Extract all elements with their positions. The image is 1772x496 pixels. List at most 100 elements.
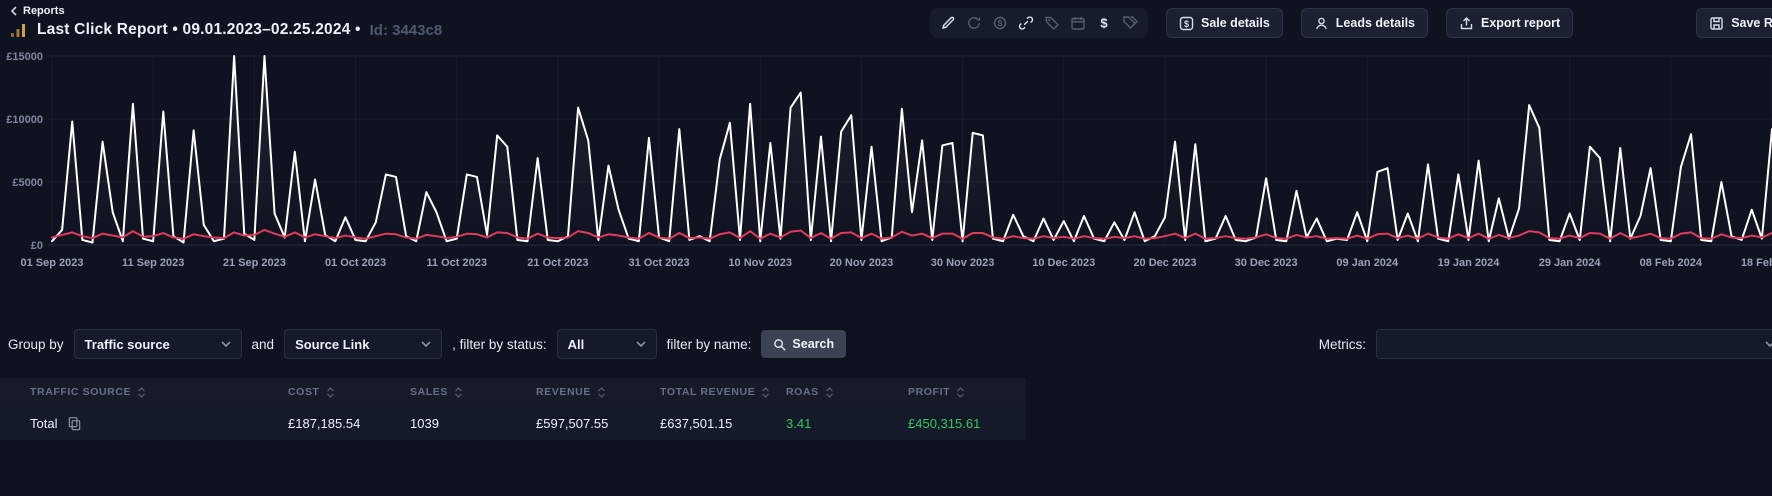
search-label: Search	[792, 337, 834, 351]
status-value: All	[568, 337, 585, 352]
x-tick-label: 01 Sep 2023	[21, 257, 84, 269]
edit-icon[interactable]	[940, 15, 956, 31]
sort-icon	[956, 387, 965, 398]
x-tick-label: 08 Feb 2024	[1640, 257, 1703, 269]
payout-icon[interactable]	[966, 15, 982, 31]
report-icon	[10, 23, 28, 38]
traffic-chart-svg: £0£5000£10000£1500001 Sep 202311 Sep 202…	[0, 48, 1772, 273]
leads-icon	[1314, 16, 1329, 31]
group-by-label: Group by	[8, 337, 64, 352]
col-roas[interactable]: ROAS	[786, 386, 908, 398]
col-label: TOTAL REVENUE	[660, 386, 755, 398]
x-tick-label: 20 Nov 2023	[830, 257, 894, 269]
breadcrumb-label: Reports	[23, 5, 65, 17]
svg-text:$: $	[998, 18, 1003, 28]
x-tick-label: 31 Oct 2023	[628, 257, 689, 269]
tag-icon[interactable]	[1044, 15, 1060, 31]
group-by-select[interactable]: Traffic source	[74, 329, 242, 359]
page-title: Last Click Report • 09.01.2023–02.25.202…	[37, 21, 361, 39]
x-tick-label: 30 Nov 2023	[931, 257, 995, 269]
save-report-label: Save Report	[1731, 16, 1772, 30]
dollar-circle-icon[interactable]: $	[992, 15, 1008, 31]
x-tick-label: 10 Dec 2023	[1032, 257, 1095, 269]
sales-value: 1039	[410, 416, 536, 431]
export-report-label: Export report	[1481, 16, 1560, 30]
copy-icon[interactable]	[67, 416, 82, 431]
x-tick-label: 29 Jan 2024	[1539, 257, 1602, 269]
y-tick-label: £15000	[6, 51, 43, 63]
breadcrumb[interactable]: Reports	[10, 5, 65, 17]
report-id: Id: 3443c8	[370, 22, 443, 39]
chevron-down-icon	[421, 341, 431, 347]
col-label: TRAFFIC SOURCE	[30, 386, 131, 398]
x-tick-label: 20 Dec 2023	[1133, 257, 1196, 269]
metrics-label: Metrics:	[1319, 337, 1366, 352]
x-tick-label: 11 Oct 2023	[426, 257, 487, 269]
col-profit[interactable]: PROFIT	[908, 386, 1026, 398]
and-label: and	[252, 337, 275, 352]
total-label: Total	[30, 416, 57, 431]
x-tick-label: 21 Oct 2023	[527, 257, 588, 269]
col-label: PROFIT	[908, 386, 950, 398]
col-label: REVENUE	[536, 386, 591, 398]
leads-details-button[interactable]: Leads details	[1301, 8, 1428, 38]
x-tick-label: 30 Dec 2023	[1235, 257, 1298, 269]
col-label: SALES	[410, 386, 448, 398]
sale-details-button[interactable]: $ Sale details	[1166, 8, 1283, 38]
group-by-secondary-select[interactable]: Source Link	[284, 329, 442, 359]
x-tick-label: 01 Oct 2023	[325, 257, 386, 269]
search-button[interactable]: Search	[761, 330, 846, 358]
total-cell: Total	[0, 416, 288, 431]
save-report-button[interactable]: Save Report	[1696, 8, 1772, 38]
filter-by-name-label: filter by name:	[667, 337, 752, 352]
table-row-total: Total £187,185.54 1039 £597,507.55 £637,…	[0, 406, 1026, 440]
table-header-row: TRAFFIC SOURCE COST SALES REVENUE TOTAL …	[0, 378, 1026, 406]
x-tick-label: 18 Feb 2024	[1741, 257, 1772, 269]
x-tick-label: 09 Jan 2024	[1336, 257, 1399, 269]
sale-details-label: Sale details	[1201, 16, 1270, 30]
sort-icon	[597, 387, 606, 398]
sale-icon: $	[1179, 16, 1194, 31]
sort-icon	[326, 387, 335, 398]
roas-value: 3.41	[786, 416, 908, 431]
sort-icon	[761, 387, 770, 398]
col-total-revenue[interactable]: TOTAL REVENUE	[660, 386, 786, 398]
revenue-area	[52, 56, 1772, 245]
revenue-value: £597,507.55	[536, 416, 660, 431]
y-tick-label: £0	[31, 240, 43, 252]
search-icon	[773, 338, 786, 351]
filter-by-status-label: , filter by status:	[452, 337, 547, 352]
col-traffic-source[interactable]: TRAFFIC SOURCE	[0, 386, 288, 398]
y-tick-label: £10000	[6, 114, 43, 126]
cost-value: £187,185.54	[288, 416, 410, 431]
col-revenue[interactable]: REVENUE	[536, 386, 660, 398]
y-tick-label: £5000	[12, 177, 43, 189]
metrics-select[interactable]	[1376, 329, 1772, 359]
icon-toolbar: $ $	[930, 8, 1148, 38]
tags-icon[interactable]	[1122, 15, 1138, 31]
export-report-button[interactable]: Export report	[1446, 8, 1573, 38]
svg-text:$: $	[1184, 19, 1189, 29]
link-icon[interactable]	[1018, 15, 1034, 31]
profit-value: £450,315.61	[908, 416, 1026, 431]
svg-text:$: $	[1100, 16, 1108, 31]
col-cost[interactable]: COST	[288, 386, 410, 398]
traffic-chart: £0£5000£10000£1500001 Sep 202311 Sep 202…	[0, 48, 1772, 278]
save-icon	[1709, 16, 1724, 31]
dollar-icon[interactable]: $	[1096, 15, 1112, 31]
chevron-down-icon	[221, 341, 231, 347]
col-label: ROAS	[786, 386, 819, 398]
source-link-value: Source Link	[295, 337, 369, 352]
x-tick-label: 10 Nov 2023	[728, 257, 792, 269]
status-select[interactable]: All	[557, 329, 657, 359]
group-by-value: Traffic source	[85, 337, 170, 352]
chevron-down-icon	[636, 341, 646, 347]
x-tick-label: 19 Jan 2024	[1438, 257, 1501, 269]
x-tick-label: 21 Sep 2023	[223, 257, 286, 269]
col-label: COST	[288, 386, 320, 398]
sort-icon	[454, 387, 463, 398]
leads-details-label: Leads details	[1336, 16, 1415, 30]
calendar-icon[interactable]	[1070, 15, 1086, 31]
col-sales[interactable]: SALES	[410, 386, 536, 398]
title-row: Last Click Report • 09.01.2023–02.25.202…	[10, 21, 442, 39]
